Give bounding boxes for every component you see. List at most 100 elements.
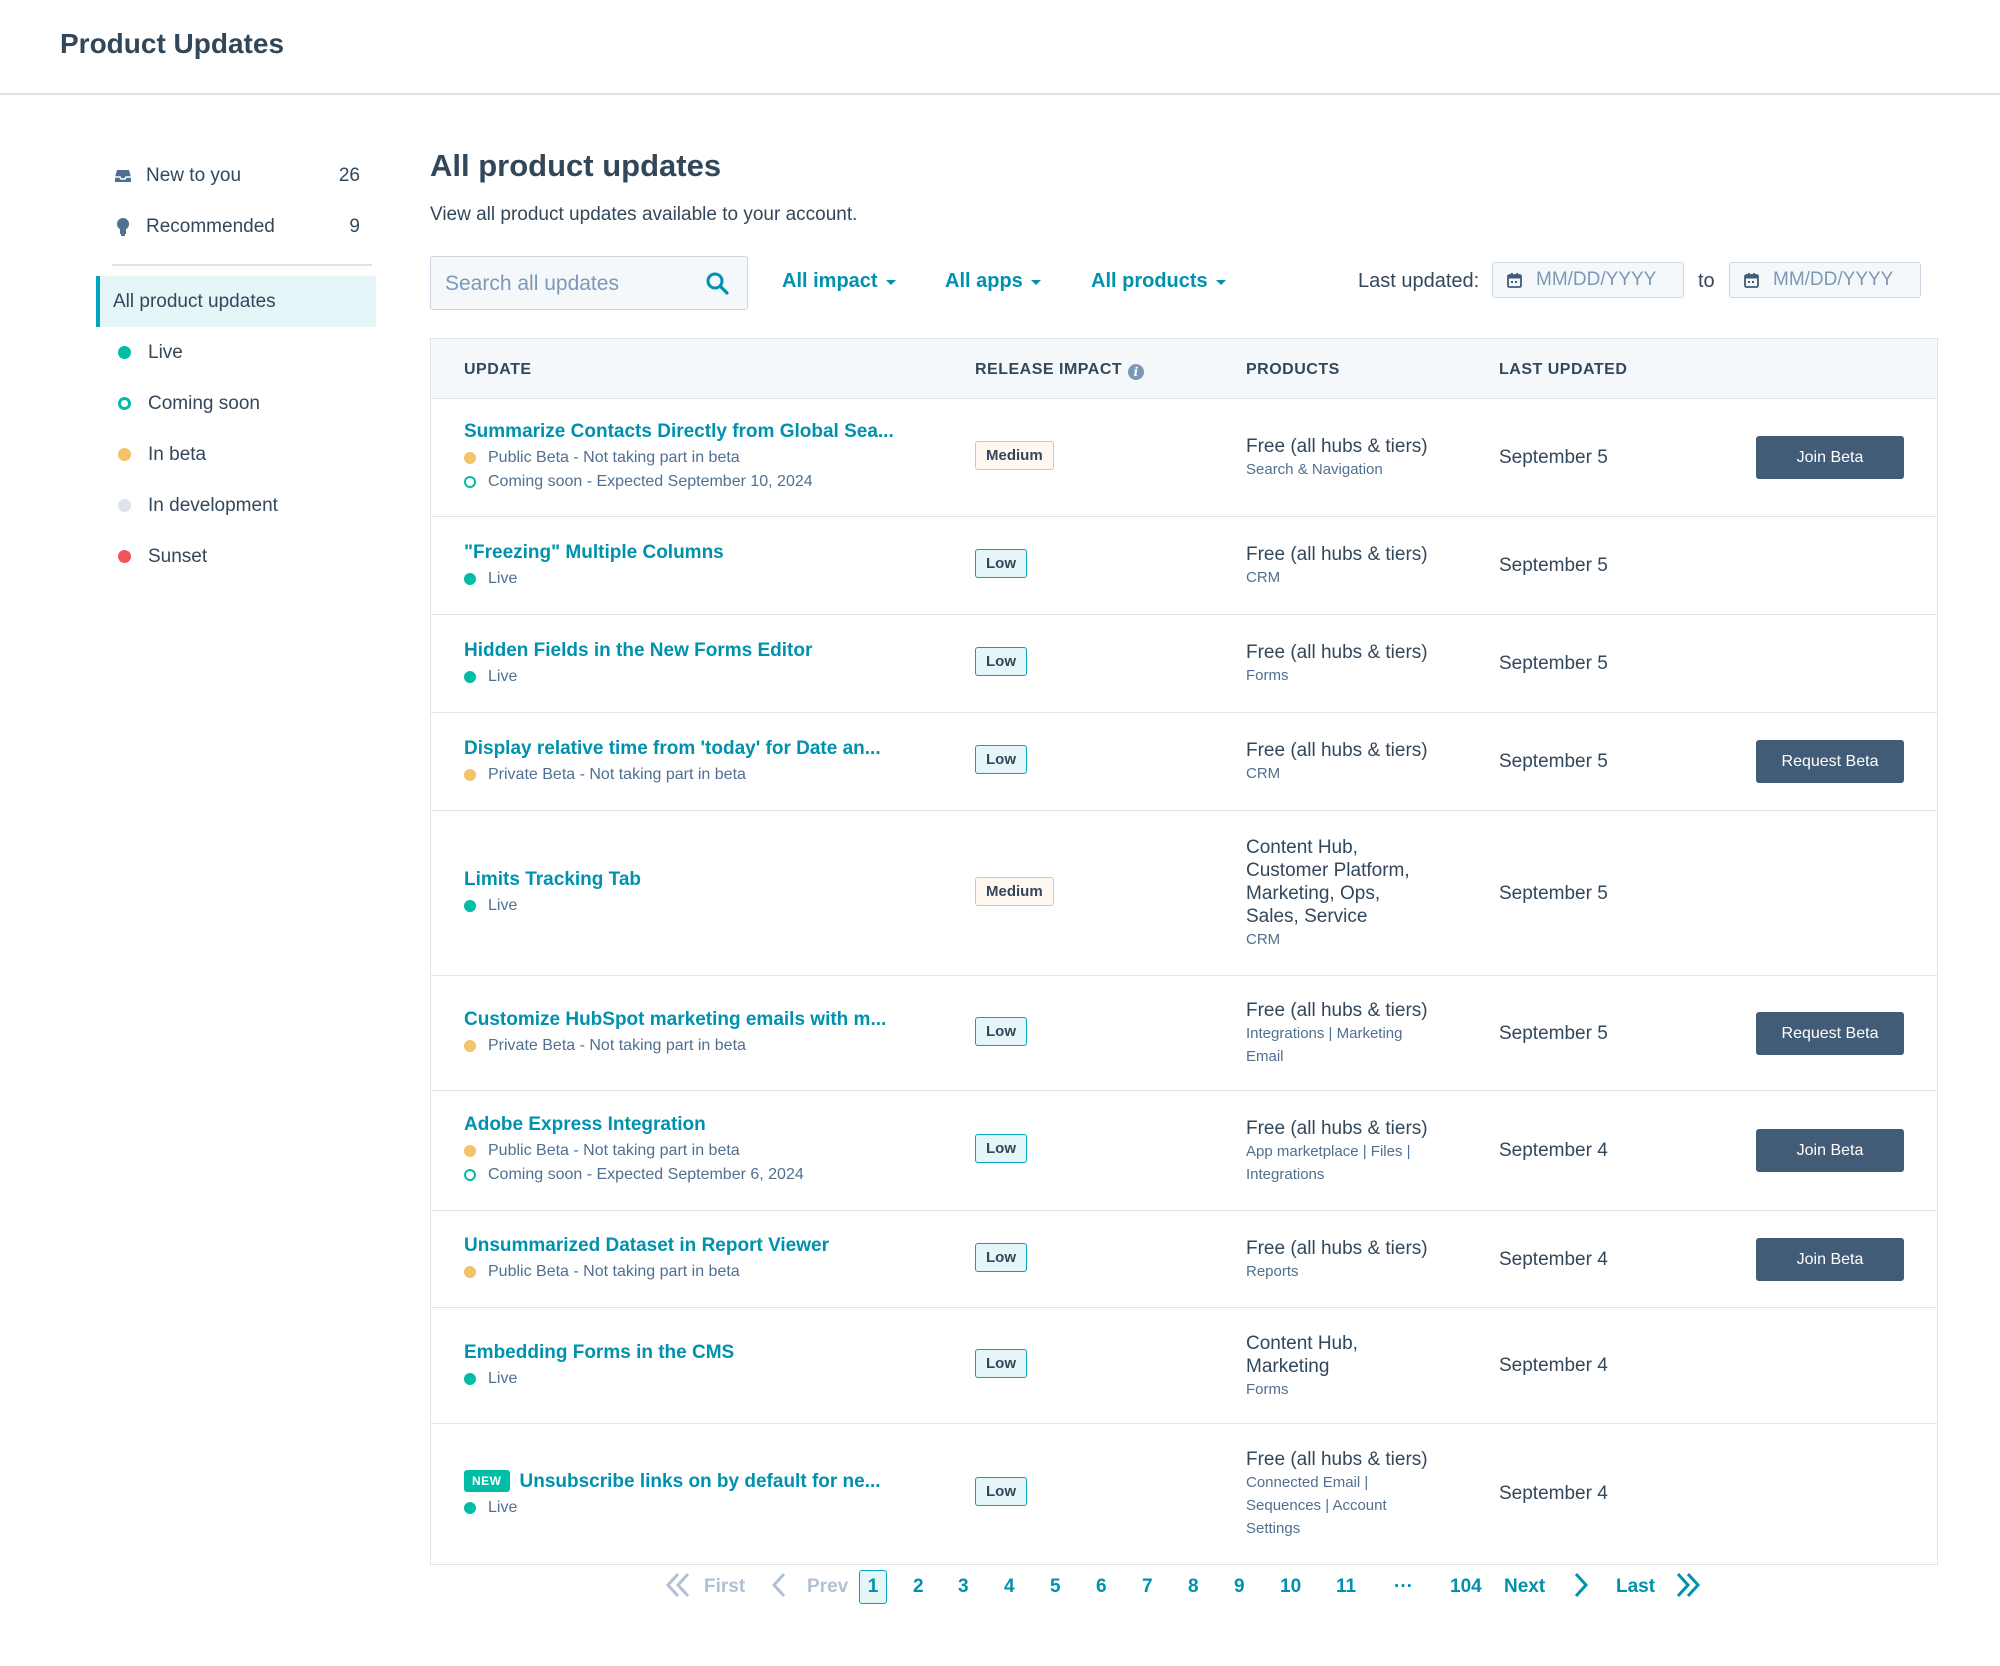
product-name: Free (all hubs & tiers) [1246,1118,1428,1139]
join-beta-button[interactable]: Join Beta [1756,1129,1904,1172]
impact-filter-label: All impact [782,270,878,292]
status-text: Public Beta - Not taking part in beta [488,1263,740,1280]
update-status: Public Beta - Not taking part in beta [464,1142,804,1160]
chevron-down-icon [1215,280,1226,285]
pagination-page[interactable]: 8 [1188,1576,1199,1598]
product-name: Free (all hubs & tiers) [1246,740,1428,761]
update-title-link[interactable]: Customize HubSpot marketing emails with … [464,1009,886,1030]
request-beta-button[interactable]: Request Beta [1756,1012,1904,1055]
pagination-page[interactable]: 10 [1280,1576,1301,1598]
product-area: Search & Navigation [1246,461,1383,478]
pagination-page[interactable]: 4 [1004,1576,1015,1598]
update-title-link[interactable]: Embedding Forms in the CMS [464,1342,734,1363]
join-beta-button[interactable]: Join Beta [1756,1238,1904,1281]
column-header-release-impact[interactable]: RELEASE IMPACT i [975,361,1145,380]
sidebar-item-status-sunset[interactable]: Sunset [96,531,376,582]
update-title-line: Customize HubSpot marketing emails with … [464,1009,886,1031]
update-title-line: Unsummarized Dataset in Report Viewer [464,1235,829,1257]
chevron-right-icon[interactable] [1574,1572,1589,1604]
update-title-link[interactable]: Display relative time from 'today' for D… [464,738,881,759]
update-title-link[interactable]: Limits Tracking Tab [464,869,641,890]
date-to-field[interactable]: MM/DD/YYYY [1729,262,1921,298]
sidebar-item-new-to-you[interactable]: New to you 26 [96,150,376,201]
update-title-link[interactable]: Unsummarized Dataset in Report Viewer [464,1235,829,1256]
pagination-last[interactable]: Last [1616,1576,1655,1598]
update-title-link[interactable]: "Freezing" Multiple Columns [464,542,724,563]
sidebar-divider [112,264,372,266]
update-status: Private Beta - Not taking part in beta [464,1037,886,1055]
column-header-last-updated[interactable]: LAST UPDATED [1499,361,1627,379]
status-text: Coming soon - Expected September 10, 202… [488,473,813,490]
search-box [430,256,748,310]
products-cell: Free (all hubs & tiers) Connected Email |… [1246,1448,1446,1540]
column-header-update[interactable]: UPDATE [464,361,532,379]
pagination-page[interactable]: 5 [1050,1576,1061,1598]
impact-cell: Medium [975,441,1054,470]
product-name: Marketing, Ops, [1246,883,1381,904]
status-text: Private Beta - Not taking part in beta [488,1037,746,1054]
sidebar-item-status-in-beta[interactable]: In beta [96,429,376,480]
sidebar-item-label: New to you [146,164,242,186]
info-icon[interactable]: i [1128,364,1145,380]
request-beta-button[interactable]: Request Beta [1756,740,1904,783]
date-from-field[interactable]: MM/DD/YYYY [1492,262,1684,298]
sidebar-item-status-in-development[interactable]: In development [96,480,376,531]
pagination-next[interactable]: Next [1504,1576,1545,1598]
status-dot-icon [464,769,476,781]
impact-cell: Low [975,745,1027,774]
chevron-left-icon[interactable] [771,1572,786,1604]
update-title-link[interactable]: Unsubscribe links on by default for ne..… [520,1471,881,1492]
impact-cell: Low [975,1017,1027,1046]
double-chevron-right-icon[interactable] [1674,1572,1702,1604]
last-updated-date: September 5 [1499,1023,1608,1044]
pagination-first[interactable]: First [704,1576,745,1598]
apps-filter-dropdown[interactable]: All apps [945,270,1041,293]
search-input[interactable] [445,269,695,299]
double-chevron-left-icon[interactable] [664,1572,692,1604]
update-title-line: NEW Unsubscribe links on by default for n… [464,1470,881,1493]
impact-filter-dropdown[interactable]: All impact [782,270,896,293]
pagination-page[interactable]: 11 [1336,1576,1356,1598]
impact-badge: Medium [975,441,1054,470]
sidebar-item-status-coming-soon[interactable]: Coming soon [96,378,376,429]
sidebar-item-count: 9 [349,215,360,237]
pagination-page[interactable]: 6 [1096,1576,1107,1598]
search-icon[interactable] [705,271,729,300]
products-filter-dropdown[interactable]: All products [1091,270,1226,293]
product-name: Free (all hubs & tiers) [1246,1449,1428,1470]
pagination-page[interactable]: 3 [958,1576,969,1598]
last-updated-date: September 5 [1499,751,1608,772]
pagination-page[interactable]: 7 [1142,1576,1153,1598]
pagination-ellipsis: ··· [1394,1576,1413,1597]
update-title-link[interactable]: Hidden Fields in the New Forms Editor [464,640,812,661]
join-beta-button[interactable]: Join Beta [1756,436,1904,479]
update-status: Live [464,1499,881,1517]
pagination-page-last[interactable]: 104 [1450,1576,1482,1598]
status-dot-icon [464,476,476,488]
update-status: Private Beta - Not taking part in beta [464,766,881,784]
update-title-link[interactable]: Summarize Contacts Directly from Global … [464,421,894,442]
column-header-products[interactable]: PRODUCTS [1246,361,1340,379]
status-text: Public Beta - Not taking part in beta [488,449,740,466]
update-title-link[interactable]: Adobe Express Integration [464,1114,706,1135]
product-name: Customer Platform, [1246,860,1410,881]
update-cell: Limits Tracking Tab Live [464,869,641,915]
pagination-prev[interactable]: Prev [807,1576,848,1598]
pagination-page-current[interactable]: 1 [859,1570,887,1604]
sidebar-item-all-product-updates[interactable]: All product updates [96,276,376,327]
sidebar-item-recommended[interactable]: Recommended 9 [96,201,376,252]
product-name: Content Hub, [1246,837,1358,858]
product-area: Sequences | Account [1246,1497,1387,1514]
pagination-page[interactable]: 2 [913,1576,924,1598]
product-area: Connected Email | [1246,1474,1369,1491]
sidebar-item-count: 26 [338,164,360,186]
last-updated-date: September 5 [1499,883,1608,904]
filter-bar: All impact All apps All products Last up… [430,256,1940,312]
status-dot-icon [464,452,476,464]
sidebar-item-status-live[interactable]: Live [96,327,376,378]
impact-cell: Medium [975,877,1054,906]
pagination-page[interactable]: 9 [1234,1576,1245,1598]
table-row: Limits Tracking Tab Live Medium Content Hub… [431,811,1937,976]
product-area: Forms [1246,667,1289,684]
sidebar-item-label: Sunset [148,545,208,567]
